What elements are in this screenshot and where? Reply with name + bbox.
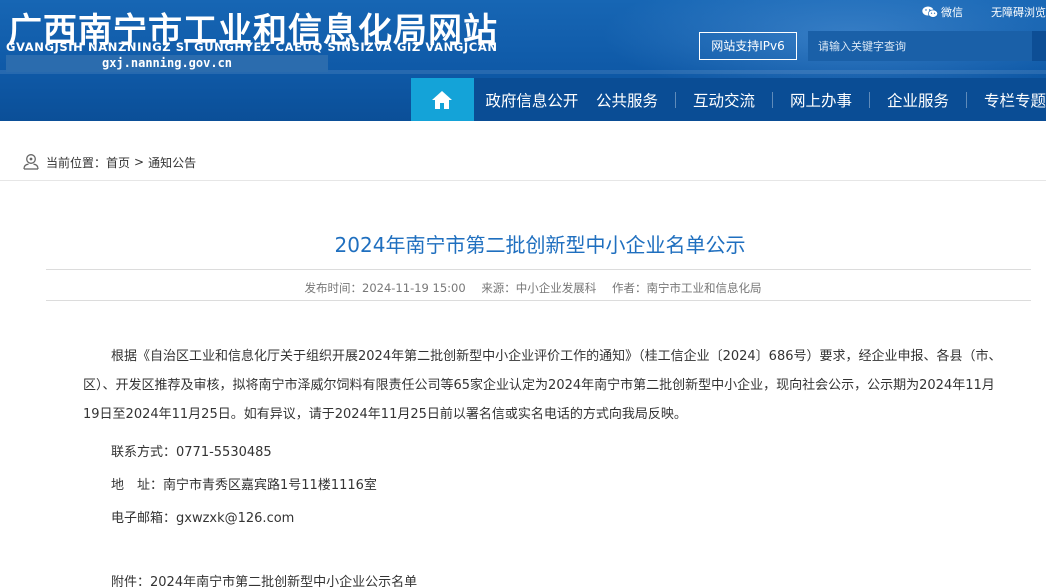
top-links: 微信 无障碍浏览 — [894, 3, 1046, 21]
nav-item-interaction[interactable]: 互动交流 — [693, 89, 755, 111]
nav-divider — [869, 91, 870, 108]
article-source: 来源：中小企业发展科 — [481, 281, 597, 295]
article-author: 作者：南宁市工业和信息化局 — [611, 281, 762, 295]
search-button[interactable] — [1032, 31, 1046, 61]
wechat-label: 微信 — [941, 6, 963, 19]
location-icon — [23, 154, 39, 170]
home-icon — [432, 90, 453, 109]
wechat-icon — [922, 6, 938, 18]
contact-address: 地 址：南宁市青秀区嘉宾路1号11楼1116室 — [111, 478, 377, 493]
breadcrumb-divider — [0, 180, 1046, 181]
breadcrumb: 当前位置： 首页 > 通知公告 — [22, 153, 196, 171]
attachment-link[interactable]: 附件：2024年南宁市第二批创新型中小企业公示名单 — [111, 571, 417, 587]
main-nav: 政府信息公开 公共服务 互动交流 网上办事 企业服务 专栏专题 — [411, 78, 1046, 121]
article-body: 根据《自治区工业和信息化厅关于组织开展2024年第二批创新型中小企业评价工作的通… — [83, 349, 1002, 422]
publish-time: 发布时间：2024-11-19 15:00 — [304, 281, 466, 295]
breadcrumb-prefix: 当前位置： — [46, 155, 107, 170]
article-title: 2024年南宁市第二批创新型中小企业名单公示 — [334, 233, 746, 257]
nav-home-button[interactable] — [411, 78, 474, 121]
nav-divider — [772, 91, 773, 108]
nav-item-online-service[interactable]: 网上办事 — [790, 89, 852, 111]
search-input[interactable] — [808, 31, 1046, 61]
breadcrumb-current[interactable]: 通知公告 — [148, 154, 196, 171]
nav-divider — [675, 91, 676, 108]
accessibility-label: 无障碍浏览 — [991, 6, 1046, 19]
title-divider — [46, 269, 1031, 270]
site-subtitle: GVANGJSIH NANZNINGZ SI GUNGHYEZ CAEUQ SI… — [6, 40, 498, 54]
wechat-link[interactable]: 微信 — [922, 4, 963, 20]
contact-phone: 联系方式：0771-5530485 — [111, 445, 272, 460]
breadcrumb-home[interactable]: 首页 — [106, 154, 130, 171]
nav-item-special-topics[interactable]: 专栏专题 — [984, 89, 1046, 111]
site-header: 广西南宁市工业和信息化局网站 GVANGJSIH NANZNINGZ SI GU… — [0, 0, 1046, 121]
nav-item-gov-info[interactable]: 政府信息公开 — [485, 89, 578, 111]
breadcrumb-separator: > — [134, 155, 145, 169]
nav-item-public-service[interactable]: 公共服务 — [596, 89, 658, 111]
accessibility-link[interactable]: 无障碍浏览 — [991, 4, 1046, 20]
meta-divider — [46, 300, 1031, 301]
nav-divider — [966, 91, 967, 108]
contact-email: 电子邮箱：gxwzxk@126.com — [111, 511, 295, 526]
ipv6-badge[interactable]: 网站支持IPv6 — [699, 32, 797, 60]
article-meta: 发布时间：2024-11-19 15:00 来源：中小企业发展科 作者：南宁市工… — [0, 280, 1046, 296]
nav-item-enterprise-service[interactable]: 企业服务 — [887, 89, 949, 111]
site-domain: gxj.nanning.gov.cn — [6, 55, 328, 72]
